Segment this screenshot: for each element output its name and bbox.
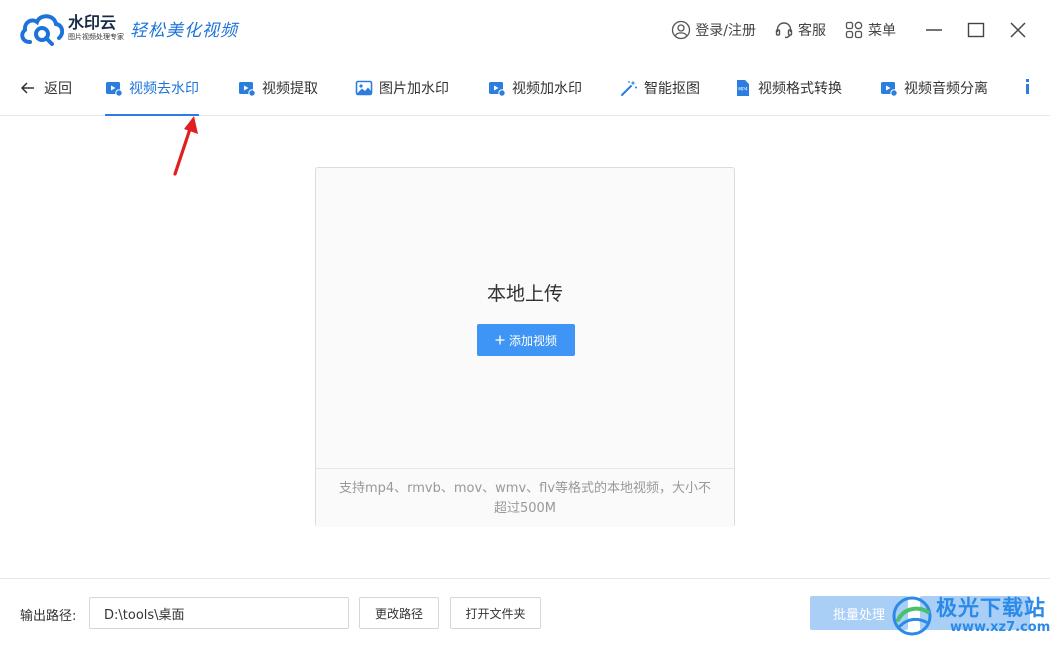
- close-icon: [1010, 22, 1026, 38]
- change-path-button[interactable]: 更改路径: [359, 597, 439, 629]
- add-video-label: 添加视频: [508, 333, 557, 348]
- headset-icon: [775, 22, 793, 39]
- cloud-logo-icon: [20, 14, 64, 46]
- watermark-text: 极光下载站: [936, 596, 1046, 620]
- tool-nav-bar: 返回 视频去水印 视频提取 图片加水印 视频加水印 智能抠图 MP4 视频格式转…: [0, 60, 1050, 116]
- title-bar: 水印云 图片视频处理专家 轻松美化视频 登录/注册 客服 菜单: [0, 0, 1050, 60]
- tab-label: 视频音频分离: [904, 81, 988, 97]
- output-path-field[interactable]: [89, 597, 349, 629]
- annotation-arrow-icon: [173, 116, 198, 176]
- site-watermark: 极光下载站 www.xz7.com: [888, 590, 1050, 642]
- close-button[interactable]: [998, 10, 1038, 50]
- tab-video-audio-separate[interactable]: 视频音频分离: [880, 60, 988, 116]
- tab-video-extract[interactable]: 视频提取: [238, 60, 318, 116]
- tab-label: 视频格式转换: [758, 81, 842, 97]
- svg-text:MP4: MP4: [738, 87, 748, 93]
- slogan: 轻松美化视频: [130, 21, 238, 41]
- menu-button[interactable]: 菜单: [844, 20, 896, 40]
- magic-wand-icon: [621, 80, 637, 96]
- video-icon: [239, 82, 256, 97]
- tab-smart-cutout[interactable]: 智能抠图: [620, 60, 700, 116]
- tab-label: 智能抠图: [644, 81, 700, 97]
- tab-video-format-convert[interactable]: MP4 视频格式转换: [734, 60, 842, 116]
- login-label: 登录/注册: [695, 23, 756, 39]
- image-icon: [355, 80, 373, 96]
- user-icon: [672, 20, 691, 40]
- tab-label: 图片加水印: [379, 81, 449, 97]
- aurora-logo-icon: [892, 596, 932, 636]
- upload-dropzone[interactable]: 本地上传 添加视频 支持mp4、rmvb、mov、wmv、flv等格式的本地视频…: [315, 167, 735, 527]
- upload-title: 本地上传: [486, 283, 563, 305]
- service-button[interactable]: 客服: [774, 20, 826, 40]
- tab-video-watermark-removal[interactable]: 视频去水印: [105, 60, 199, 116]
- brand-name: 水印云: [68, 13, 117, 32]
- arrow-left-icon: [20, 82, 34, 94]
- tab-label: 视频提取: [262, 81, 318, 97]
- tab-label: 视频去水印: [129, 81, 199, 97]
- add-video-button[interactable]: 添加视频: [477, 324, 575, 356]
- brand: 水印云 图片视频处理专家: [68, 14, 124, 42]
- mp4-file-icon: MP4: [737, 80, 749, 96]
- service-label: 客服: [798, 23, 826, 39]
- upload-hint: 支持mp4、rmvb、mov、wmv、flv等格式的本地视频，大小不超过500M: [316, 468, 734, 527]
- maximize-icon: [967, 22, 985, 38]
- open-folder-button[interactable]: 打开文件夹: [450, 597, 541, 629]
- back-label: 返回: [44, 81, 72, 97]
- plus-icon: [495, 335, 505, 345]
- video-icon: [106, 82, 123, 97]
- login-button[interactable]: 登录/注册: [671, 20, 756, 40]
- back-button[interactable]: 返回: [20, 60, 72, 116]
- minimize-icon: [926, 29, 942, 31]
- titlebar-actions: 登录/注册 客服 菜单: [671, 0, 1050, 60]
- tab-video-add-watermark[interactable]: 视频加水印: [488, 60, 582, 116]
- minimize-button[interactable]: [914, 10, 954, 50]
- watermark-url: www.xz7.com: [950, 620, 1050, 635]
- grid-menu-icon: [845, 21, 863, 39]
- more-tabs-indicator[interactable]: [1026, 79, 1030, 95]
- video-icon: [489, 82, 506, 97]
- menu-label: 菜单: [868, 23, 896, 39]
- maximize-button[interactable]: [956, 10, 996, 50]
- video-icon: [881, 82, 898, 97]
- brand-subtitle: 图片视频处理专家: [68, 33, 124, 41]
- tab-label: 视频加水印: [512, 81, 582, 97]
- tab-image-add-watermark[interactable]: 图片加水印: [355, 60, 449, 116]
- output-path-label: 输出路径:: [20, 609, 77, 624]
